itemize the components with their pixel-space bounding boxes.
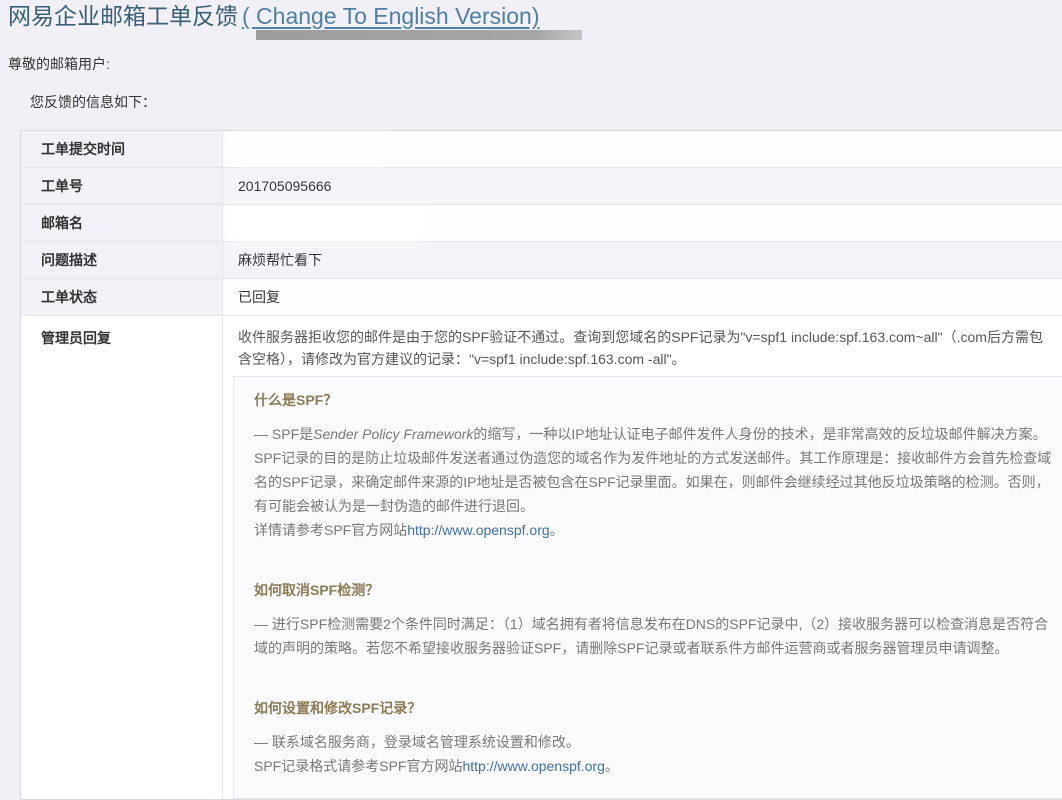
table-row-problem-description: 问题描述 麻烦帮忙看下	[21, 242, 1062, 279]
spf-section-cancel-spf-check: 如何取消SPF检测？ — 进行SPF检测需要2个条件同时满足：（1）域名拥有者将…	[254, 580, 1052, 660]
section-link-line: 详情请参考SPF官方网站http://www.openspf.org。	[254, 518, 1052, 542]
ticket-label: 工单提交时间	[21, 131, 223, 167]
ticket-value: 麻烦帮忙看下	[223, 242, 1062, 278]
table-row-admin-reply: 管理员回复 收件服务器拒收您的邮件是由于您的SPF验证不通过。查询到您域名的SP…	[21, 316, 1062, 799]
ticket-label: 管理员回复	[21, 316, 223, 799]
ticket-label: 工单状态	[21, 279, 223, 315]
section-heading: 如何设置和修改SPF记录？	[254, 698, 1052, 718]
section-body: — 联系域名服务商，登录域名管理系统设置和修改。	[254, 730, 1052, 754]
section-body: — SPF是Sender Policy Framework的缩写，一种以IP地址…	[254, 422, 1052, 518]
spf-section-set-modify-spf: 如何设置和修改SPF记录？ — 联系域名服务商，登录域名管理系统设置和修改。 S…	[254, 698, 1052, 778]
greeting-text: 尊敬的邮箱用户:	[8, 54, 110, 74]
section-body: — 进行SPF检测需要2个条件同时满足：（1）域名拥有者将信息发布在DNS的SP…	[254, 612, 1052, 660]
table-row-mailbox-name: 邮箱名	[21, 205, 1062, 242]
intro-text: 您反馈的信息如下：	[30, 92, 156, 112]
openspf-link[interactable]: http://www.openspf.org	[462, 758, 604, 774]
spf-section-what-is-spf: 什么是SPF？ — SPF是Sender Policy Framework的缩写…	[254, 390, 1052, 542]
redacted-value-block	[237, 138, 387, 161]
link-suffix-text: 。	[550, 522, 564, 538]
title-underline-bar	[256, 30, 582, 40]
change-language-link[interactable]: ( Change To English Version)	[242, 3, 539, 29]
reply-intro-text: 收件服务器拒收您的邮件是由于您的SPF验证不通过。查询到您域名的SPF记录为"v…	[238, 326, 1053, 370]
link-prefix-text: 详情请参考SPF官方网站	[254, 522, 407, 538]
ticket-value: 201705095666	[223, 168, 1062, 204]
page-title-text: 网易企业邮箱工单反馈	[8, 3, 238, 29]
ticket-value	[223, 205, 1062, 241]
link-prefix-text: SPF记录格式请参考SPF官方网站	[254, 758, 462, 774]
ticket-value: 已回复	[223, 279, 1062, 315]
admin-reply-cell: 收件服务器拒收您的邮件是由于您的SPF验证不通过。查询到您域名的SPF记录为"v…	[223, 316, 1062, 799]
work-order-feedback-page: 网易企业邮箱工单反馈( Change To English Version) 尊…	[0, 0, 1062, 737]
link-suffix-text: 。	[605, 758, 619, 774]
table-row-submit-time: 工单提交时间	[21, 131, 1062, 168]
ticket-value	[223, 131, 1062, 167]
section-link-line: SPF记录格式请参考SPF官方网站http://www.openspf.org。	[254, 754, 1052, 778]
redacted-value-block	[235, 211, 425, 236]
body-text: — SPF是	[254, 426, 313, 442]
table-row-ticket-number: 工单号 201705095666	[21, 168, 1062, 205]
section-heading: 如何取消SPF检测？	[254, 580, 1052, 600]
openspf-link[interactable]: http://www.openspf.org	[407, 522, 549, 538]
spf-info-box: 什么是SPF？ — SPF是Sender Policy Framework的缩写…	[233, 376, 1062, 799]
page-title: 网易企业邮箱工单反馈( Change To English Version)	[8, 2, 539, 30]
ticket-label: 问题描述	[21, 242, 223, 278]
ticket-label: 工单号	[21, 168, 223, 204]
ticket-table: 工单提交时间 工单号 201705095666 邮箱名 问题描述 麻烦帮忙看下 …	[20, 130, 1062, 800]
ticket-label: 邮箱名	[21, 205, 223, 241]
table-row-ticket-status: 工单状态 已回复	[21, 279, 1062, 316]
body-emphasis-text: Sender Policy Framework	[313, 426, 473, 442]
section-heading: 什么是SPF？	[254, 390, 1052, 410]
